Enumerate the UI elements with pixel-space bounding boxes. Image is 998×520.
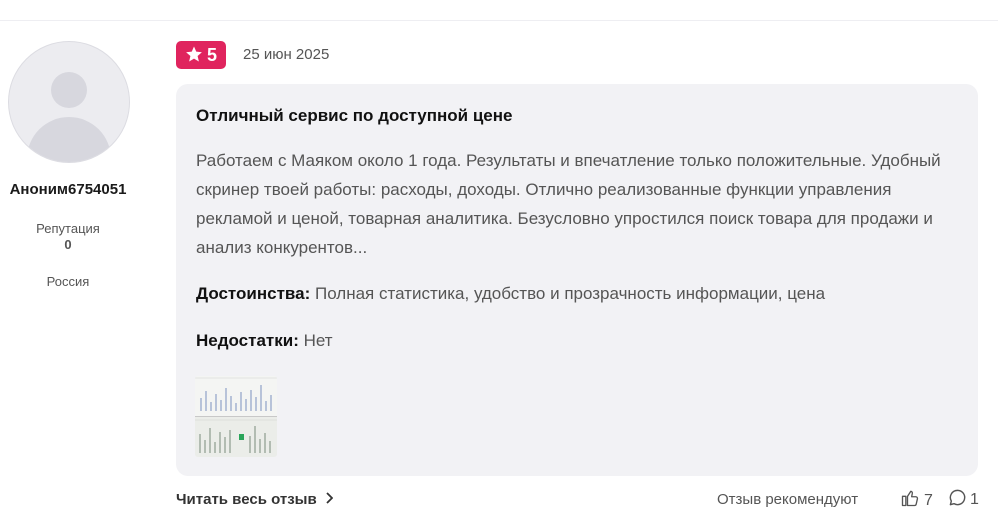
rating-badge: 5	[176, 41, 226, 69]
read-full-review-label: Читать весь отзыв	[176, 491, 317, 508]
review-card: Отличный сервис по доступной цене Работа…	[176, 84, 978, 476]
review-date: 25 июн 2025	[243, 46, 330, 63]
pros-text: Полная статистика, удобство и прозрачнос…	[315, 284, 826, 303]
author-name[interactable]: Аноним6754051	[0, 181, 136, 198]
chevron-right-icon	[325, 491, 333, 508]
review-title[interactable]: Отличный сервис по доступной цене	[196, 106, 512, 126]
star-icon	[185, 45, 203, 66]
avatar-head-shape	[51, 72, 87, 108]
cons-text: Нет	[303, 331, 333, 350]
rating-value: 5	[206, 44, 217, 65]
recommend-label: Отзыв рекомендуют	[717, 491, 859, 508]
avatar[interactable]	[8, 41, 130, 163]
review-text: Работаем с Маяком около 1 года. Результа…	[196, 151, 941, 257]
reputation-value: 0	[64, 237, 72, 252]
comment-icon	[948, 488, 967, 512]
likes-count: 7	[924, 491, 933, 509]
avatar-body-shape	[27, 117, 111, 162]
cons-label: Недостатки:	[196, 331, 299, 350]
author-country: Россия	[46, 274, 90, 289]
reputation-label: Репутация	[36, 221, 100, 236]
review-pros: Достоинства: Полная статистика, удобство…	[196, 284, 956, 304]
pros-label: Достоинства:	[196, 284, 311, 303]
top-divider	[0, 20, 998, 21]
thumbs-up-icon	[900, 488, 920, 513]
comments-button[interactable]: 1	[948, 488, 979, 512]
like-button[interactable]: 7	[900, 488, 933, 513]
comments-count: 1	[970, 491, 979, 508]
read-full-review-link[interactable]: Читать весь отзыв	[176, 491, 333, 508]
review-photo-thumbnail[interactable]	[195, 376, 277, 457]
review-cons: Недостатки: Нет	[196, 331, 956, 351]
